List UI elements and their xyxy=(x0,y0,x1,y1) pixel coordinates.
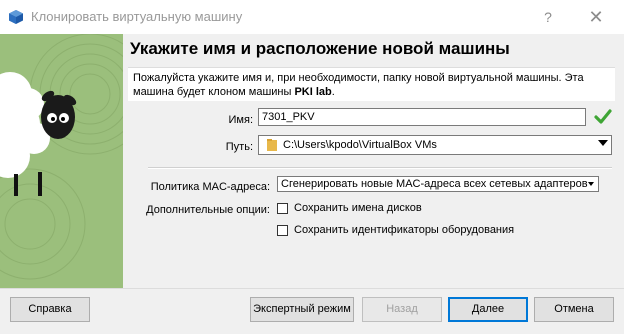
separator xyxy=(148,167,612,169)
mac-policy-label: Политика MAC-адреса: xyxy=(150,181,270,193)
path-value: C:\Users\kpodo\VirtualBox VMs xyxy=(283,139,437,151)
title-bar: Клонировать виртуальную машину ? ✕ xyxy=(0,0,624,34)
page-title: Укажите имя и расположение новой машины xyxy=(130,39,510,58)
additional-options-label: Дополнительные опции: xyxy=(146,204,270,216)
source-machine-name: PKI lab xyxy=(294,86,332,98)
folder-icon xyxy=(267,139,277,151)
virtualbox-icon xyxy=(9,10,23,24)
chevron-down-icon[interactable] xyxy=(588,182,594,186)
keep-disk-names-checkbox[interactable] xyxy=(277,203,288,214)
help-title-button[interactable]: ? xyxy=(526,4,570,30)
keep-hw-uuids-label[interactable]: Сохранить идентификаторы оборудования xyxy=(294,224,514,236)
next-button[interactable]: Далее xyxy=(448,297,528,322)
expert-mode-button[interactable]: Экспертный режим xyxy=(250,297,354,322)
window-title: Клонировать виртуальную машину xyxy=(31,9,243,24)
path-label: Путь: xyxy=(225,141,253,153)
description-text: Пожалуйста укажите имя и, при необходимо… xyxy=(133,71,603,99)
sidebar-illustration xyxy=(0,34,123,288)
chevron-down-icon[interactable] xyxy=(598,140,608,146)
description-body: Пожалуйста укажите имя и, при необходимо… xyxy=(133,72,584,98)
close-button[interactable]: ✕ xyxy=(574,4,618,30)
name-input[interactable] xyxy=(258,108,586,126)
footer-divider xyxy=(0,288,624,289)
keep-disk-names-label[interactable]: Сохранить имена дисков xyxy=(294,202,422,214)
cancel-button[interactable]: Отмена xyxy=(534,297,614,322)
valid-check-icon xyxy=(594,109,612,124)
sheep-illustration xyxy=(0,34,123,288)
back-button[interactable]: Назад xyxy=(362,297,442,322)
description-end: . xyxy=(331,86,335,98)
path-selector[interactable]: C:\Users\kpodo\VirtualBox VMs xyxy=(258,135,612,155)
description-panel: Пожалуйста укажите имя и, при необходимо… xyxy=(128,67,615,101)
keep-hw-uuids-checkbox[interactable] xyxy=(277,225,288,236)
mac-policy-select[interactable]: Сгенерировать новые MAC-адреса всех сете… xyxy=(277,176,599,192)
main-content: Укажите имя и расположение новой машины … xyxy=(123,34,624,288)
help-button[interactable]: Справка xyxy=(10,297,90,322)
name-label: Имя: xyxy=(228,114,253,126)
mac-policy-value: Сгенерировать новые MAC-адреса всех сете… xyxy=(281,178,588,190)
